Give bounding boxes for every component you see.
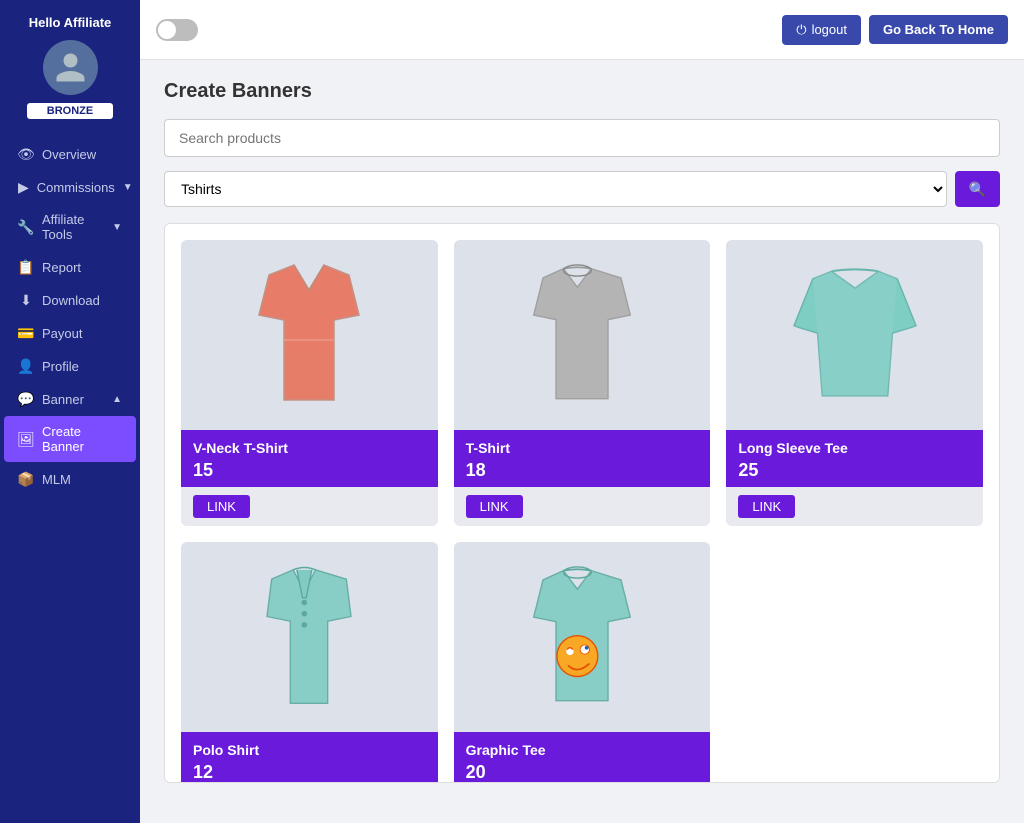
- link-button[interactable]: LINK: [193, 495, 250, 518]
- nav-label: Download: [42, 293, 100, 308]
- mlm-icon: 📦: [18, 471, 34, 487]
- nav-label: MLM: [42, 472, 71, 487]
- product-image: [780, 255, 930, 415]
- affiliate-tools-icon: 🔧: [18, 219, 34, 235]
- product-name: Graphic Tee: [466, 742, 699, 758]
- sidebar-item-banner[interactable]: 💬 Banner ▲: [4, 383, 136, 415]
- search-button[interactable]: 🔍: [955, 171, 1000, 207]
- chevron-icon: ▲: [112, 394, 122, 405]
- link-button[interactable]: LINK: [466, 495, 523, 518]
- product-image: [517, 560, 647, 715]
- sidebar-item-payout[interactable]: 💳 Payout: [4, 317, 136, 349]
- sidebar: Hello Affiliate BRONZE 👁 Overview ▶ Comm…: [0, 0, 140, 823]
- products-grid: V-Neck T-Shirt 15 LINK T-Shirt 18 LINK L…: [181, 240, 983, 783]
- product-count: 15: [193, 460, 426, 481]
- product-image-area: [181, 542, 438, 732]
- logout-icon: ⏻: [796, 22, 806, 38]
- product-card: Polo Shirt 12 LINK: [181, 542, 438, 783]
- sidebar-item-overview[interactable]: 👁 Overview: [4, 138, 136, 170]
- nav-label: Overview: [42, 147, 96, 162]
- theme-toggle[interactable]: [156, 19, 198, 41]
- page-content: Create Banners TshirtsHoodiesJacketsPant…: [140, 60, 1024, 823]
- report-icon: 📋: [18, 259, 34, 275]
- sidebar-item-report[interactable]: 📋 Report: [4, 251, 136, 283]
- product-info: Polo Shirt 12: [181, 732, 438, 783]
- sidebar-item-create-banner[interactable]: 🖼 Create Banner: [4, 416, 136, 462]
- user-tier-badge: BRONZE: [27, 103, 113, 119]
- product-image-area: [454, 240, 711, 430]
- product-footer: LINK: [454, 487, 711, 526]
- product-card: T-Shirt 18 LINK: [454, 240, 711, 526]
- nav-label: Payout: [42, 326, 82, 341]
- overview-icon: 👁: [18, 146, 34, 162]
- product-card: Graphic Tee 20 LINK: [454, 542, 711, 783]
- banner-icon: 💬: [18, 391, 34, 407]
- payout-icon: 💳: [18, 325, 34, 341]
- sidebar-nav: 👁 Overview ▶ Commissions ▼ 🔧 Affiliate T…: [0, 137, 140, 496]
- product-name: Polo Shirt: [193, 742, 426, 758]
- nav-label: Profile: [42, 359, 79, 374]
- commissions-icon: ▶: [18, 179, 29, 195]
- product-count: 18: [466, 460, 699, 481]
- product-info: Long Sleeve Tee 25: [726, 430, 983, 487]
- product-name: Long Sleeve Tee: [738, 440, 971, 456]
- nav-label: Commissions: [37, 180, 115, 195]
- sidebar-item-profile[interactable]: 👤 Profile: [4, 350, 136, 382]
- product-count: 20: [466, 762, 699, 783]
- profile-icon: 👤: [18, 358, 34, 374]
- product-image-area: [181, 240, 438, 430]
- sidebar-item-commissions[interactable]: ▶ Commissions ▼: [4, 171, 136, 203]
- product-info: V-Neck T-Shirt 15: [181, 430, 438, 487]
- product-info: Graphic Tee 20: [454, 732, 711, 783]
- chevron-icon: ▼: [123, 182, 133, 193]
- nav-label: Report: [42, 260, 81, 275]
- product-count: 12: [193, 762, 426, 783]
- search-input[interactable]: [164, 119, 1000, 157]
- avatar: [43, 40, 98, 95]
- products-container[interactable]: V-Neck T-Shirt 15 LINK T-Shirt 18 LINK L…: [164, 223, 1000, 783]
- sidebar-item-mlm[interactable]: 📦 MLM: [4, 463, 136, 495]
- chevron-icon: ▼: [112, 222, 122, 233]
- toggle-knob: [158, 21, 176, 39]
- product-card: Long Sleeve Tee 25 LINK: [726, 240, 983, 526]
- sidebar-item-affiliate-tools[interactable]: 🔧 Affiliate Tools ▼: [4, 204, 136, 250]
- sidebar-greeting: Hello Affiliate: [29, 15, 112, 30]
- header: ⏻ logout Go Back To Home: [140, 0, 1024, 60]
- search-icon: 🔍: [969, 181, 986, 197]
- filter-row: TshirtsHoodiesJacketsPants 🔍: [164, 171, 1000, 207]
- product-image: [239, 255, 379, 415]
- nav-label: Create Banner: [42, 424, 122, 454]
- nav-label: Affiliate Tools: [42, 212, 104, 242]
- product-footer: LINK: [181, 487, 438, 526]
- category-select[interactable]: TshirtsHoodiesJacketsPants: [164, 171, 947, 207]
- page-title: Create Banners: [164, 80, 1000, 103]
- link-button[interactable]: LINK: [738, 495, 795, 518]
- product-image-area: [454, 542, 711, 732]
- product-count: 25: [738, 460, 971, 481]
- product-name: V-Neck T-Shirt: [193, 440, 426, 456]
- product-footer: LINK: [726, 487, 983, 526]
- logout-button[interactable]: ⏻ logout: [782, 15, 861, 45]
- product-image: [517, 258, 647, 413]
- product-info: T-Shirt 18: [454, 430, 711, 487]
- download-icon: ⬇: [18, 292, 34, 308]
- sidebar-item-download[interactable]: ⬇ Download: [4, 284, 136, 316]
- go-home-button[interactable]: Go Back To Home: [869, 15, 1008, 44]
- product-name: T-Shirt: [466, 440, 699, 456]
- product-image: [239, 555, 379, 720]
- product-card: V-Neck T-Shirt 15 LINK: [181, 240, 438, 526]
- header-actions: ⏻ logout Go Back To Home: [782, 15, 1008, 45]
- user-icon: [53, 50, 88, 85]
- nav-label: Banner: [42, 392, 84, 407]
- product-image-area: [726, 240, 983, 430]
- create-banner-icon: 🖼: [18, 431, 34, 447]
- logout-label: logout: [812, 22, 847, 37]
- main-content: ⏻ logout Go Back To Home Create Banners …: [140, 0, 1024, 823]
